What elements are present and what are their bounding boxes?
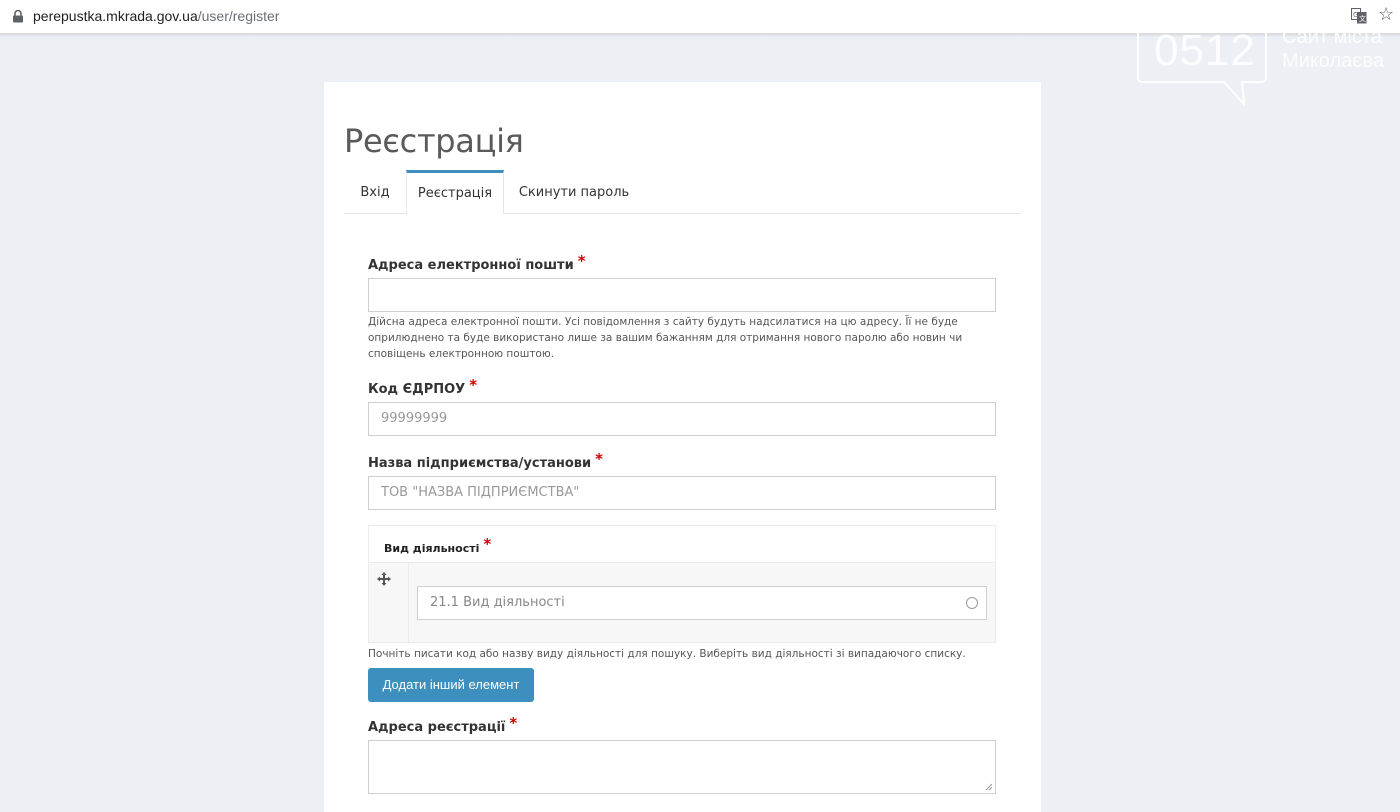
address-label-text: Адреса реєстрації [368, 720, 506, 735]
required-mark: * [577, 252, 586, 270]
email-description: Дійсна адреса електронної пошти. Усі пов… [368, 316, 963, 360]
resize-grip-icon[interactable] [985, 783, 993, 791]
tab-reset-password[interactable]: Скинути пароль [509, 170, 639, 214]
svg-text:G: G [1353, 11, 1358, 19]
move-arrows-icon[interactable] [377, 572, 391, 586]
drag-handle[interactable] [369, 563, 409, 642]
activity-table-header: Вид діяльності * [369, 526, 995, 563]
tab-login[interactable]: Вхід [344, 170, 406, 214]
required-mark: * [469, 376, 478, 394]
activity-description: Почніть писати код або назву виду діяльн… [368, 648, 966, 660]
activity-label-text: Вид діяльності [384, 542, 480, 555]
lock-icon [13, 10, 23, 23]
url-domain: perepustka.mkrada.gov.ua [33, 8, 198, 24]
activity-label: Вид діяльності * [384, 535, 492, 556]
page-title: Реєстрація [344, 122, 524, 160]
url-field[interactable]: perepustka.mkrada.gov.ua/user/register [33, 7, 279, 25]
add-another-item-button[interactable]: Додати інший елемент [368, 668, 534, 702]
company-field[interactable]: ТОВ "НАЗВА ПІДПРИЄМСТВА" [368, 476, 996, 510]
address-label: Адреса реєстрації * [368, 714, 518, 735]
edrpou-label: Код ЄДРПОУ * [368, 376, 478, 397]
email-label-text: Адреса електронної пошти [368, 258, 574, 273]
required-mark: * [509, 714, 518, 732]
email-field[interactable] [368, 278, 996, 312]
auth-tabs: Вхід Реєстрація Скинути пароль [344, 170, 1021, 215]
registration-card: Реєстрація Вхід Реєстрація Скинути парол… [324, 82, 1041, 812]
activity-table: Вид діяльності * 21.1 Вид діяльності [368, 525, 996, 643]
email-label: Адреса електронної пошти * [368, 252, 586, 273]
address-textarea[interactable] [368, 740, 996, 794]
tab-register[interactable]: Реєстрація [406, 170, 504, 215]
watermark-line2: Миколаєва [1282, 50, 1385, 72]
required-mark: * [483, 535, 492, 553]
activity-autocomplete-input[interactable]: 21.1 Вид діяльності [417, 586, 987, 620]
required-mark: * [595, 450, 603, 468]
watermark-number: 0512 [1154, 26, 1256, 75]
company-label: Назва підприємства/установи * [368, 450, 603, 471]
watermark-line1: Сайт міста [1282, 26, 1382, 48]
edrpou-label-text: Код ЄДРПОУ [368, 382, 466, 397]
autocomplete-throbber-icon [966, 597, 978, 609]
edrpou-field[interactable]: 99999999 [368, 402, 996, 436]
url-path: /user/register [197, 8, 280, 24]
site-watermark: 0512 Сайт міста Миколаєва [1136, 20, 1400, 110]
activity-row: 21.1 Вид діяльності [369, 563, 995, 642]
activity-placeholder: 21.1 Вид діяльності [430, 595, 565, 610]
company-label-text: Назва підприємства/установи [368, 456, 592, 471]
